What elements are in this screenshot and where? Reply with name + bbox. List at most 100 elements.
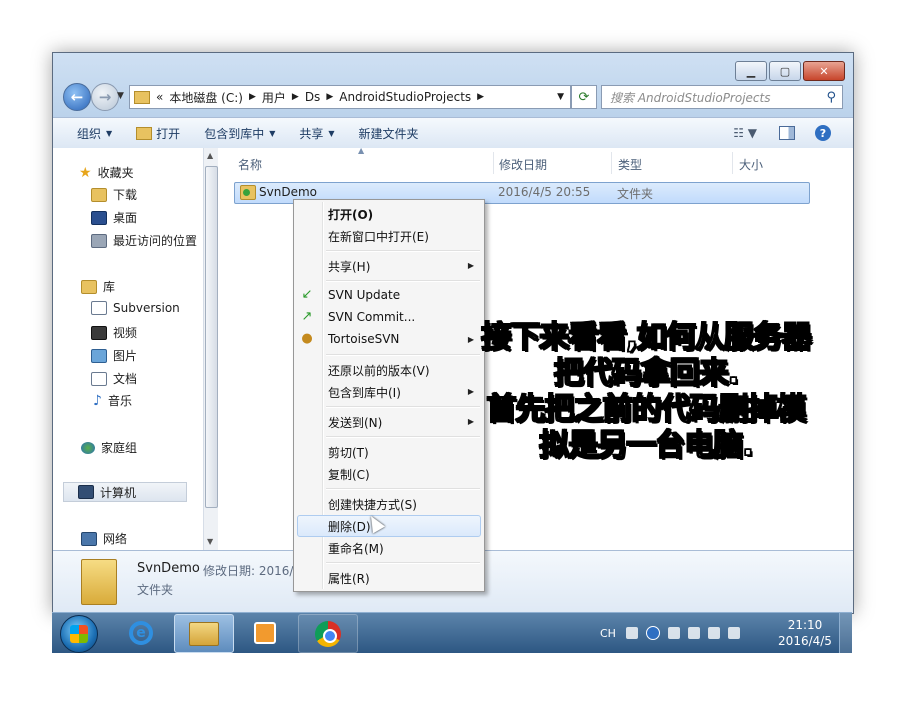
column-header-name[interactable]: 名称 (238, 156, 262, 173)
breadcrumb-overflow[interactable]: « (156, 90, 163, 104)
nav-desktop[interactable]: 桌面 (91, 209, 137, 226)
column-header-type[interactable]: 类型 (618, 156, 642, 173)
search-box[interactable]: 搜索 AndroidStudioProjects ⚲ (601, 85, 843, 109)
scroll-up-icon[interactable]: ▲ (207, 151, 213, 160)
breadcrumb-separator-icon[interactable]: ▶ (477, 92, 484, 102)
menu-item-open-new-window[interactable]: 在新窗口中打开(E) (328, 228, 429, 245)
keyboard-icon[interactable] (625, 627, 638, 639)
breadcrumb-local-disk[interactable]: 本地磁盘 (C:) (169, 89, 243, 106)
column-divider[interactable] (493, 152, 494, 174)
taskbar-ie[interactable]: e (112, 614, 170, 651)
file-modified: 2016/4/5 20:55 (498, 185, 591, 199)
system-tray: CH (600, 613, 748, 653)
taskbar: e CH 21:10 2016/4/5 (52, 612, 852, 653)
details-type: 文件夹 (137, 583, 174, 597)
forward-button[interactable]: → (91, 83, 119, 111)
help-tray-icon[interactable] (645, 626, 660, 640)
start-button[interactable] (60, 615, 98, 653)
windows-logo-icon (70, 625, 88, 643)
scrollbar-thumb[interactable] (205, 166, 218, 508)
breadcrumb-separator-icon[interactable]: ▶ (249, 92, 256, 102)
preview-pane-toggle[interactable] (779, 126, 795, 140)
menu-item-properties[interactable]: 属性(R) (328, 570, 370, 587)
taskbar-chrome[interactable] (298, 614, 358, 653)
nav-label: 桌面 (113, 211, 138, 225)
nav-videos[interactable]: 视频 (91, 324, 137, 341)
open-button[interactable]: 打开 (136, 125, 180, 142)
new-folder-button[interactable]: 新建文件夹 (359, 125, 419, 142)
column-header-size[interactable]: 大小 (739, 156, 763, 173)
network-tray-icon[interactable] (707, 627, 720, 639)
menu-item-delete[interactable]: 删除(D) (328, 518, 371, 535)
nav-subversion[interactable]: Subversion (91, 301, 180, 315)
search-input[interactable]: 搜索 AndroidStudioProjects (610, 89, 770, 106)
menu-separator (326, 562, 480, 564)
breadcrumb-users[interactable]: 用户 (262, 89, 286, 106)
menu-item-restore-previous[interactable]: 还原以前的版本(V) (328, 362, 430, 379)
navigation-scrollbar[interactable]: ▲ ▼ (203, 148, 218, 550)
column-header-modified[interactable]: 修改日期 (499, 156, 547, 173)
show-desktop-button[interactable] (839, 613, 852, 653)
column-divider[interactable] (611, 152, 612, 174)
menu-item-share[interactable]: 共享(H) (328, 258, 370, 275)
breadcrumb-separator-icon[interactable]: ▶ (292, 92, 299, 102)
scroll-down-icon[interactable]: ▼ (207, 537, 213, 546)
volume-icon[interactable] (727, 627, 740, 639)
minimize-button[interactable]: ▁ (735, 61, 767, 81)
menu-item-copy[interactable]: 复制(C) (328, 466, 370, 483)
column-divider[interactable] (732, 152, 733, 174)
menu-item-open[interactable]: 打开(O) (328, 206, 373, 223)
nav-label: 家庭组 (101, 441, 138, 455)
menu-item-cut[interactable]: 剪切(T) (328, 444, 369, 461)
chevron-down-icon: ▼ (269, 128, 276, 138)
share-button[interactable]: 共享 ▼ (299, 125, 334, 142)
maximize-button[interactable]: ▢ (769, 61, 801, 81)
language-indicator[interactable]: CH (600, 627, 616, 640)
breadcrumb-separator-icon[interactable]: ▶ (326, 92, 333, 102)
nav-network[interactable]: 网络 (81, 530, 127, 547)
details-modified: 修改日期: 2016/ (203, 564, 294, 578)
back-button[interactable]: ← (63, 83, 91, 111)
breadcrumb-ds[interactable]: Ds (305, 90, 321, 104)
menu-item-send-to[interactable]: 发送到(N) (328, 414, 382, 431)
menu-item-svn-commit[interactable]: SVN Commit... (328, 310, 415, 324)
address-dropdown-icon[interactable]: ▼ (557, 92, 564, 102)
refresh-button[interactable]: ⟳ (571, 85, 597, 109)
nav-label: Subversion (113, 301, 180, 315)
menu-item-svn-update[interactable]: SVN Update (328, 288, 400, 302)
chevron-down-icon: ▼ (328, 128, 335, 138)
menu-separator (326, 354, 480, 356)
menu-item-tortoisesvn[interactable]: TortoiseSVN (328, 332, 399, 346)
taskbar-media-player[interactable] (236, 614, 294, 651)
recent-pages-dropdown-icon[interactable]: ▼ (117, 91, 124, 101)
taskbar-explorer[interactable] (174, 614, 234, 653)
nav-music[interactable]: ♪ 音乐 (93, 392, 132, 409)
caption-buttons: ▁ ▢ ✕ (733, 61, 845, 81)
clock[interactable]: 21:10 2016/4/5 (760, 617, 850, 649)
file-type: 文件夹 (617, 187, 654, 201)
nav-libraries[interactable]: 库 (81, 278, 115, 295)
sort-ascending-icon: ▲ (358, 146, 365, 155)
close-button[interactable]: ✕ (803, 61, 845, 81)
nav-homegroup[interactable]: 家庭组 (81, 439, 137, 456)
desktop-icon (91, 210, 107, 225)
action-center-flag-icon[interactable] (687, 627, 700, 639)
address-bar[interactable]: « 本地磁盘 (C:) ▶ 用户 ▶ Ds ▶ AndroidStudioPro… (129, 85, 571, 109)
nav-favorites[interactable]: ★ 收藏夹 (79, 164, 134, 181)
include-library-button[interactable]: 包含到库中 ▼ (204, 125, 275, 142)
help-button[interactable]: ? (815, 125, 831, 141)
nav-pictures[interactable]: 图片 (91, 347, 137, 364)
breadcrumb-androidstudioprojects[interactable]: AndroidStudioProjects (339, 90, 471, 104)
include-library-label: 包含到库中 (204, 126, 265, 141)
nav-recent[interactable]: 最近访问的位置 (91, 232, 197, 249)
menu-item-include-library[interactable]: 包含到库中(I) (328, 384, 401, 401)
nav-downloads[interactable]: 下载 (91, 186, 137, 203)
organize-button[interactable]: 组织 ▼ (77, 125, 112, 142)
view-options-button[interactable]: ☷ ▼ (733, 126, 757, 140)
search-icon[interactable]: ⚲ (826, 90, 836, 105)
menu-item-rename[interactable]: 重命名(M) (328, 540, 384, 557)
show-hidden-icons-icon[interactable] (667, 627, 680, 639)
menu-item-create-shortcut[interactable]: 创建快捷方式(S) (328, 496, 417, 513)
nav-computer[interactable]: 计算机 (63, 482, 187, 502)
nav-documents[interactable]: 文档 (91, 370, 137, 387)
